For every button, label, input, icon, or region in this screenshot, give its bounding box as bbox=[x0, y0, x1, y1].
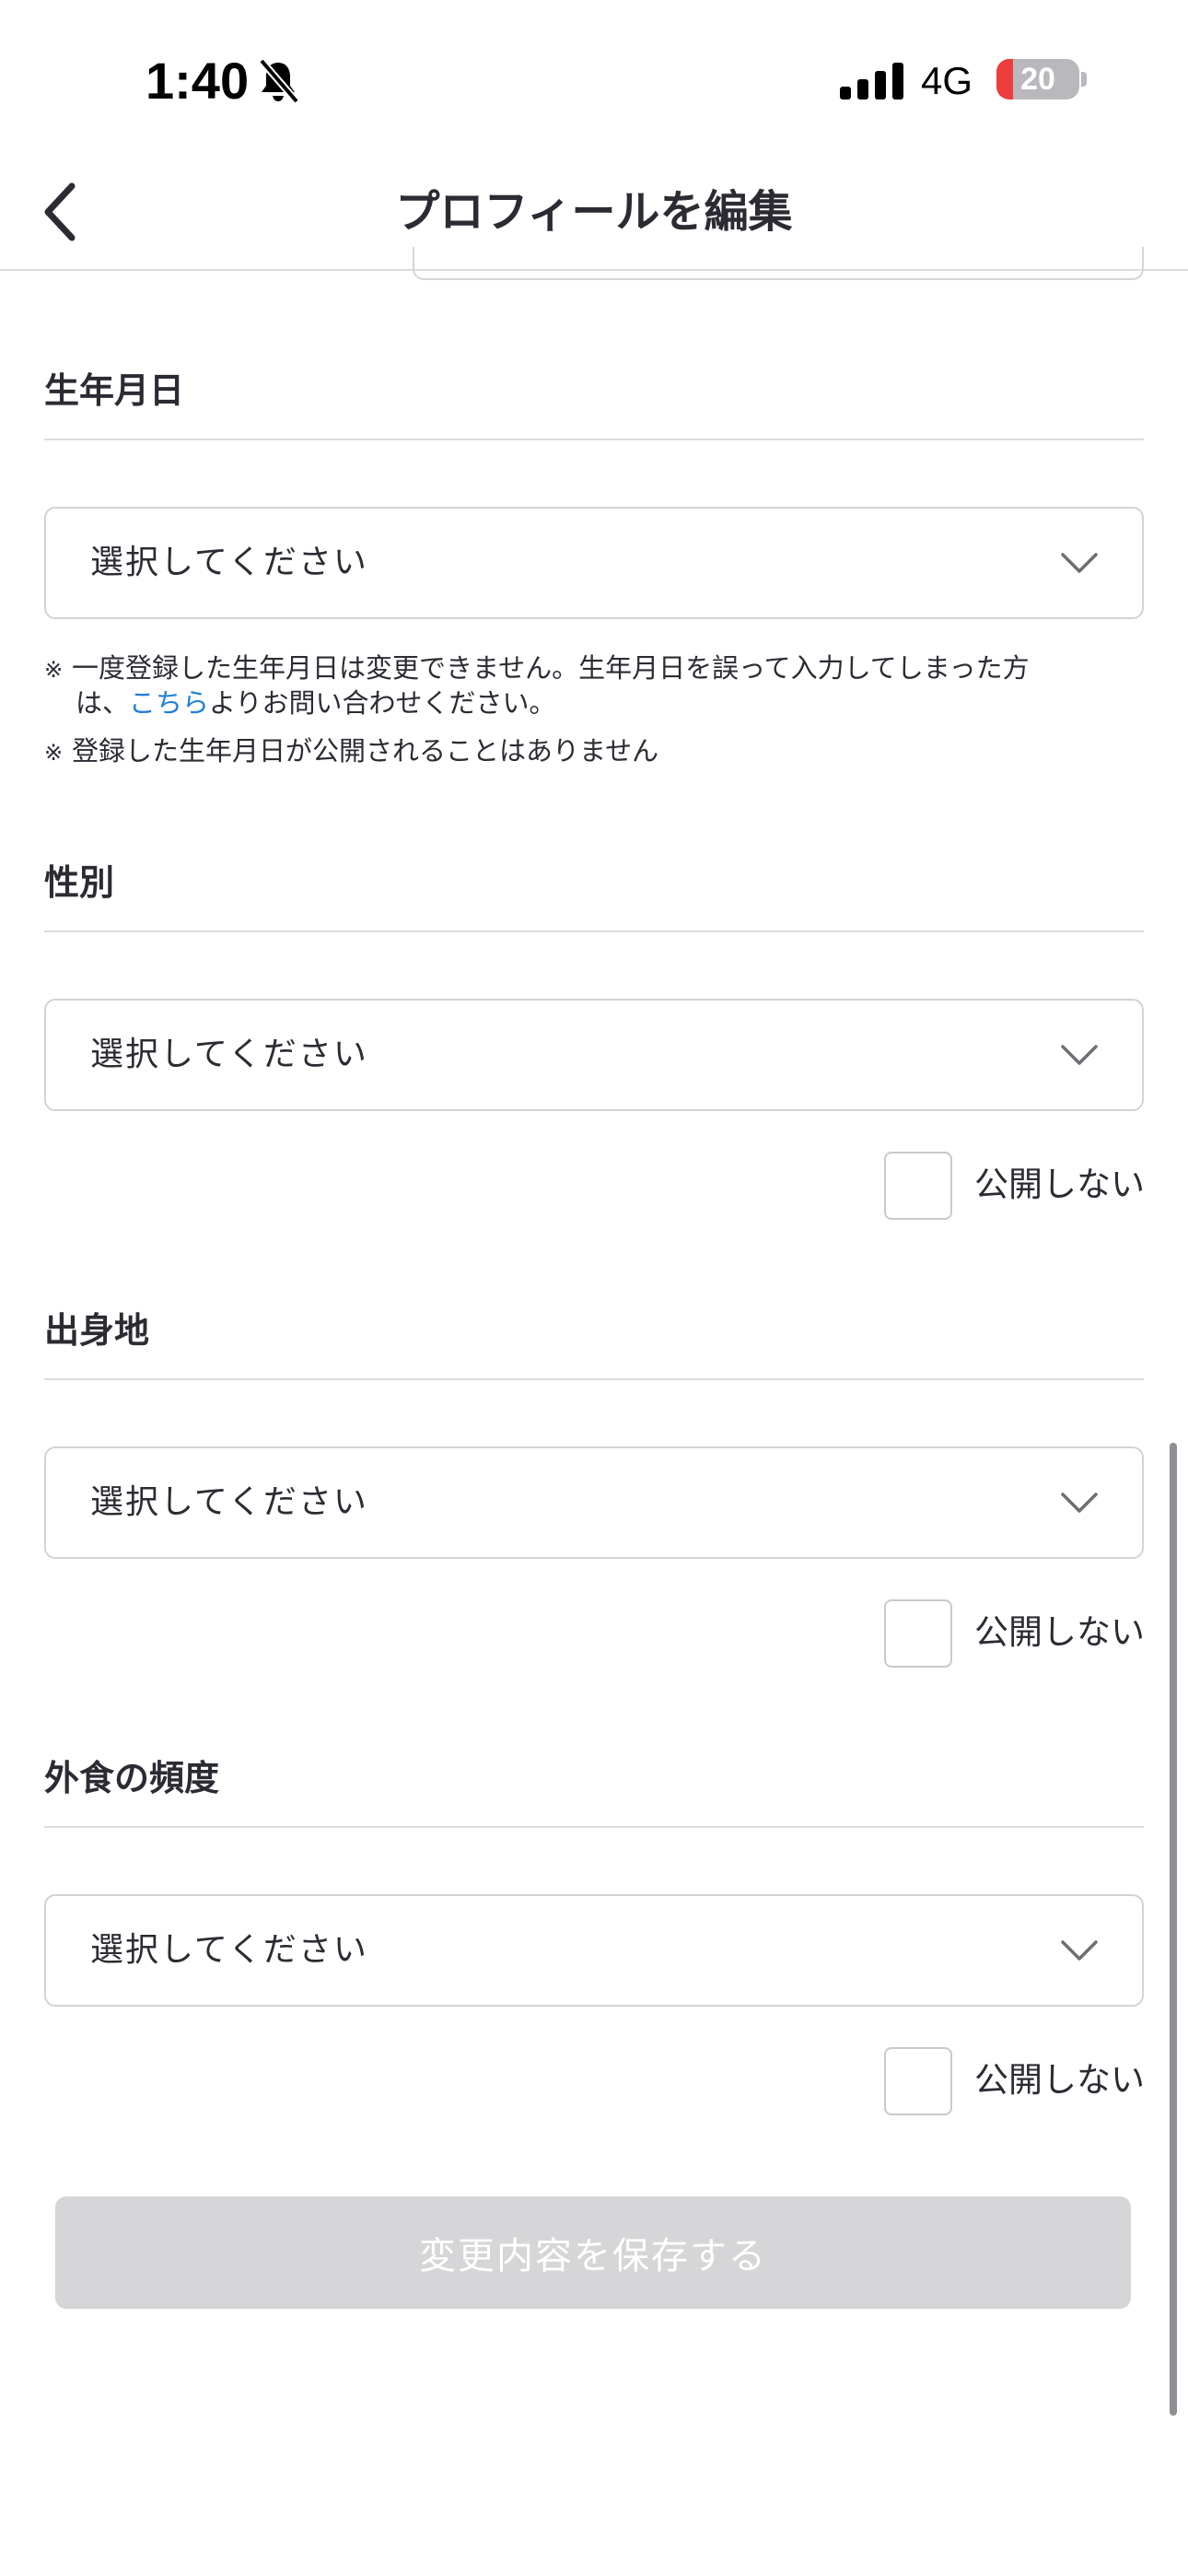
dining-frequency-private-toggle[interactable]: 公開しない bbox=[884, 2047, 1145, 2117]
hometown-private-checkbox[interactable] bbox=[884, 1599, 952, 1668]
gender-select-value: 選択してください bbox=[90, 1036, 368, 1073]
page-title: プロフィールを編集 bbox=[395, 186, 793, 238]
gender-private-checkbox[interactable] bbox=[884, 1152, 952, 1220]
gender-private-toggle[interactable]: 公開しない bbox=[884, 1152, 1145, 1222]
chevron-down-icon bbox=[1061, 553, 1098, 573]
gender-section-title: 性別 bbox=[44, 862, 115, 903]
dining-frequency-private-label: 公開しない bbox=[974, 2060, 1145, 2100]
battery-cap bbox=[1081, 72, 1087, 87]
bell-slash-icon bbox=[258, 58, 300, 104]
birthday-note-1-suffix: よりお問い合わせください。 bbox=[209, 687, 556, 719]
save-button[interactable]: 変更内容を保存する bbox=[55, 2196, 1131, 2309]
note-mark: ※ bbox=[44, 657, 64, 683]
battery-icon: 20 bbox=[996, 59, 1079, 100]
dining-frequency-select-value: 選択してください bbox=[90, 1931, 368, 1969]
section-divider bbox=[44, 439, 1144, 440]
dining-frequency-private-checkbox[interactable] bbox=[884, 2047, 952, 2115]
note-mark: ※ bbox=[44, 740, 64, 766]
chevron-down-icon bbox=[1061, 1940, 1098, 1961]
birthday-note-1: ※ 一度登録した生年月日は変更できません。生年月日を誤って入力してしまった方 bbox=[44, 650, 1140, 687]
network-label: 4G bbox=[921, 59, 973, 102]
hometown-select[interactable]: 選択してください bbox=[44, 1446, 1144, 1559]
birthday-note-2-text: 登録した生年月日が公開されることはありません bbox=[72, 735, 659, 767]
birthday-note-1-prefix: は、 bbox=[76, 687, 130, 719]
birthday-select[interactable]: 選択してください bbox=[44, 507, 1144, 619]
birthday-note-1-line2: は、こちらよりお問い合わせください。 bbox=[76, 685, 555, 720]
section-divider bbox=[44, 931, 1144, 932]
battery-level: 20 bbox=[1020, 62, 1055, 97]
status-bar: 1:40 4G 20 bbox=[0, 0, 1188, 157]
contact-link[interactable]: こちら bbox=[129, 687, 209, 719]
previous-field-edge bbox=[413, 247, 1144, 280]
hometown-private-label: 公開しない bbox=[974, 1612, 1145, 1652]
birthday-section-title: 生年月日 bbox=[44, 370, 185, 411]
status-time: 1:40 bbox=[146, 52, 250, 110]
chevron-down-icon bbox=[1061, 1045, 1098, 1065]
hometown-select-value: 選択してください bbox=[90, 1483, 368, 1521]
birthday-select-value: 選択してください bbox=[90, 544, 368, 581]
dining-frequency-section-title: 外食の頻度 bbox=[44, 1758, 220, 1798]
birthday-note-2: ※ 登録した生年月日が公開されることはありません bbox=[44, 733, 1140, 770]
chevron-down-icon bbox=[1061, 1493, 1098, 1513]
dining-frequency-select[interactable]: 選択してください bbox=[44, 1894, 1144, 2007]
scrollbar[interactable] bbox=[1170, 1443, 1177, 2416]
gender-private-label: 公開しない bbox=[974, 1165, 1145, 1204]
signal-bars-icon bbox=[840, 63, 903, 100]
hometown-section-title: 出身地 bbox=[44, 1310, 150, 1351]
section-divider bbox=[44, 1826, 1144, 1828]
gender-select[interactable]: 選択してください bbox=[44, 999, 1144, 1111]
section-divider bbox=[44, 1378, 1144, 1380]
hometown-private-toggle[interactable]: 公開しない bbox=[884, 1599, 1145, 1669]
birthday-note-1-text: 一度登録した生年月日は変更できません。生年月日を誤って入力してしまった方 bbox=[72, 652, 1030, 684]
